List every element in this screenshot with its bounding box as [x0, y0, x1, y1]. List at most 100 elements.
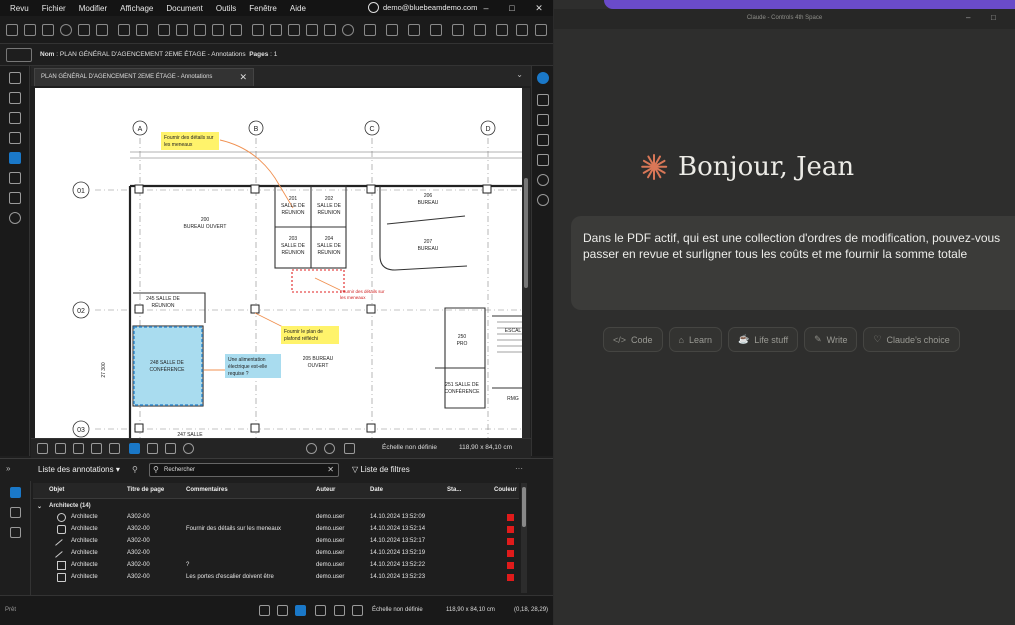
- menu-fichier[interactable]: Fichier: [42, 4, 66, 13]
- text-icon[interactable]: [194, 24, 206, 36]
- thumbnails-icon[interactable]: [9, 92, 21, 104]
- save-icon[interactable]: [42, 24, 54, 36]
- polyline-icon[interactable]: [452, 24, 464, 36]
- chevron-down-icon[interactable]: ⌄: [516, 70, 523, 79]
- spaces-icon[interactable]: [537, 154, 549, 166]
- menu-outils[interactable]: Outils: [216, 4, 236, 13]
- crop-icon[interactable]: [109, 443, 120, 454]
- table-row[interactable]: Architecte A302-00 demo.user 14.10.2024 …: [33, 548, 519, 564]
- scrollbar-thumb[interactable]: [522, 487, 526, 527]
- bookmarks-icon[interactable]: [9, 112, 21, 124]
- snap-icon[interactable]: [277, 605, 288, 616]
- chip-claudes-choice[interactable]: ♡ Claude's choice: [863, 327, 960, 352]
- filter-list-button[interactable]: ▽ Liste de filtres: [352, 465, 410, 474]
- more-tools-icon[interactable]: [516, 24, 528, 36]
- display-icon[interactable]: [352, 605, 363, 616]
- table-row[interactable]: Architecte A302-00 demo.user 14.10.2024 …: [33, 536, 519, 552]
- settings-icon[interactable]: [537, 72, 549, 84]
- brightness-icon[interactable]: [324, 443, 335, 454]
- group-chevron-icon[interactable]: ⌄: [37, 503, 42, 510]
- list-view-icon[interactable]: [10, 487, 21, 498]
- account-button[interactable]: demo@bluebeamdemo.com: [368, 2, 477, 13]
- ellipse-icon[interactable]: [342, 24, 354, 36]
- search-icon[interactable]: [537, 194, 549, 206]
- print-icon[interactable]: [60, 24, 72, 36]
- sets-icon[interactable]: [537, 134, 549, 146]
- table-row[interactable]: Architecte A302-00 demo.user 14.10.2024 …: [33, 512, 519, 524]
- table-scrollbar[interactable]: [521, 483, 527, 593]
- scrollbar-thumb[interactable]: [524, 178, 528, 288]
- table-row[interactable]: Architecte A302-00 ? demo.user 14.10.202…: [33, 560, 519, 572]
- document-tab[interactable]: PLAN GÉNÉRAL D'AGENCEMENT 2EME ÉTAGE - A…: [34, 68, 254, 86]
- toolbox-icon[interactable]: [9, 152, 21, 164]
- split-horizontal-icon[interactable]: [73, 443, 84, 454]
- chip-write[interactable]: ✎ Write: [804, 327, 858, 352]
- select-tool-icon[interactable]: [147, 443, 158, 454]
- menu-modifier[interactable]: Modifier: [79, 4, 107, 13]
- maximize-button[interactable]: □: [991, 13, 996, 22]
- highlight-icon[interactable]: [230, 24, 242, 36]
- properties-panel-icon[interactable]: [537, 94, 549, 106]
- annotations-title[interactable]: Liste des annotations ▾: [38, 465, 120, 474]
- revision-cloud[interactable]: [291, 269, 345, 293]
- file-access-icon[interactable]: [9, 72, 21, 84]
- menu-document[interactable]: Document: [166, 4, 202, 13]
- callout-icon[interactable]: [496, 24, 508, 36]
- grid-icon[interactable]: [259, 605, 270, 616]
- highlighted-room[interactable]: [133, 326, 203, 406]
- select-icon[interactable]: [158, 24, 170, 36]
- minimize-button[interactable]: –: [475, 0, 497, 16]
- rect-icon[interactable]: [96, 24, 108, 36]
- column-header-color[interactable]: Couleur: [494, 487, 517, 493]
- email-icon[interactable]: [78, 24, 90, 36]
- layers-icon[interactable]: [9, 132, 21, 144]
- signatures-icon[interactable]: [9, 192, 21, 204]
- menu-aide[interactable]: Aide: [290, 4, 306, 13]
- minimize-button[interactable]: –: [966, 13, 970, 22]
- menu-revu[interactable]: Revu: [10, 4, 29, 13]
- hatch-icon[interactable]: [408, 24, 420, 36]
- open-icon[interactable]: [24, 24, 36, 36]
- copy-icon[interactable]: [118, 24, 130, 36]
- new-doc-icon[interactable]: [6, 24, 18, 36]
- pen-icon[interactable]: [212, 24, 224, 36]
- prompt-input[interactable]: Dans le PDF actif, qui est une collectio…: [571, 216, 1015, 310]
- stamp-icon[interactable]: [252, 24, 264, 36]
- links-icon[interactable]: [537, 174, 549, 186]
- doc-menu-dropdown[interactable]: [6, 47, 32, 62]
- paste-icon[interactable]: [136, 24, 148, 36]
- clear-icon[interactable]: ✕: [327, 465, 334, 474]
- zoom-icon[interactable]: [183, 443, 194, 454]
- diagonal-icon[interactable]: [474, 24, 486, 36]
- more-icon[interactable]: ···: [515, 464, 523, 473]
- text-select-icon[interactable]: [165, 443, 176, 454]
- pan-icon[interactable]: [176, 24, 188, 36]
- studio-icon[interactable]: [537, 114, 549, 126]
- line-icon[interactable]: [270, 24, 282, 36]
- drawing-canvas[interactable]: A B C D 01 02 03 Fournir des détails sur…: [35, 88, 522, 438]
- single-page-icon[interactable]: [37, 443, 48, 454]
- arrow-icon[interactable]: [288, 24, 300, 36]
- sync-icon[interactable]: [295, 605, 306, 616]
- column-header-page[interactable]: Titre de page: [127, 487, 164, 493]
- summary-icon[interactable]: [10, 507, 21, 518]
- chip-learn[interactable]: ⌂ Learn: [668, 327, 722, 352]
- column-header-status[interactable]: Sta...: [447, 487, 461, 493]
- pan-tool-icon[interactable]: [129, 443, 140, 454]
- annotation-search-input[interactable]: ⚲ Rechercher ✕: [149, 463, 339, 477]
- column-header-date[interactable]: Date: [370, 487, 383, 493]
- markup-icon[interactable]: [386, 24, 398, 36]
- properties-icon[interactable]: [9, 172, 21, 184]
- chip-code[interactable]: </> Code: [603, 327, 663, 352]
- maximize-button[interactable]: □: [501, 0, 523, 16]
- overflow-icon[interactable]: [535, 24, 547, 36]
- calibrate-icon[interactable]: [344, 443, 355, 454]
- reuse-icon[interactable]: [334, 605, 345, 616]
- menu-affichage[interactable]: Affichage: [120, 4, 153, 13]
- contrast-icon[interactable]: [306, 443, 317, 454]
- table-row[interactable]: Architecte A302-00 Fournir des détails s…: [33, 524, 519, 536]
- table-row[interactable]: Architecte A302-00 Les portes d'escalier…: [33, 572, 519, 584]
- dimension-icon[interactable]: [430, 24, 442, 36]
- shape-icon[interactable]: [306, 24, 318, 36]
- measurements-icon[interactable]: [9, 212, 21, 224]
